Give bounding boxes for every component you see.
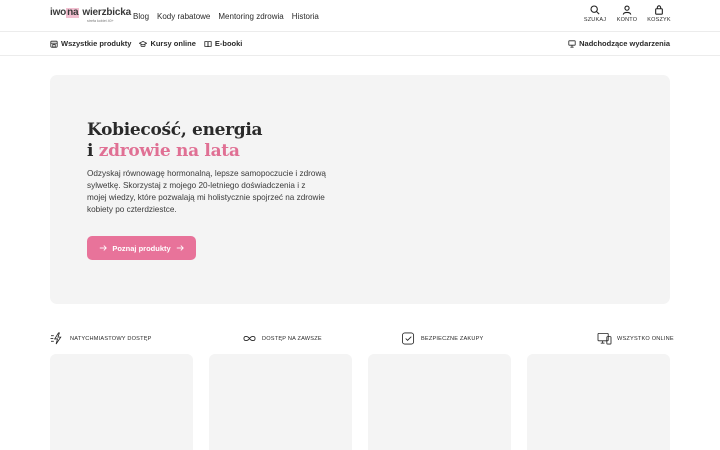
- header-actions: SZUKAJ KONTO KOSZYK: [584, 5, 671, 23]
- shield-icon: [402, 332, 415, 345]
- feature-all-online: WSZYSTKO ONLINE: [597, 332, 674, 345]
- logo-last-part: wierzbicka: [82, 7, 131, 18]
- lightning-icon: [50, 332, 62, 345]
- search-icon: [590, 5, 600, 15]
- nav-link-blog[interactable]: Blog: [133, 12, 149, 21]
- arrow-right-icon: [176, 245, 184, 251]
- store-icon: [50, 40, 58, 48]
- events-link-wrapper: Nadchodzące wydarzenia: [568, 39, 670, 48]
- hero-title-line1: Kobiecość, energia: [87, 120, 263, 140]
- upcoming-events-label: Nadchodzące wydarzenia: [579, 39, 670, 48]
- browse-products-label: Poznaj produkty: [112, 243, 171, 253]
- hero-banner: Kobiecość, energia i zdrowie na lata Odz…: [50, 75, 670, 304]
- category-links: Wszystkie produkty Kursy online E-booki: [50, 39, 242, 48]
- hero-title: Kobiecość, energia i zdrowie na lata: [87, 120, 263, 162]
- feature-instant-access-label: NATYCHMIASTOWY DOSTĘP: [70, 335, 152, 342]
- feature-secure-shopping: BEZPIECZNE ZAKUPY: [401, 332, 483, 345]
- logo-highlight-part: na: [66, 7, 80, 18]
- feature-strip: NATYCHMIASTOWY DOSTĘP DOSTĘP NA ZAWSZE B…: [50, 332, 674, 346]
- search-button[interactable]: SZUKAJ: [584, 5, 606, 23]
- cart-label: KOSZYK: [647, 17, 671, 23]
- category-online-courses[interactable]: Kursy online: [139, 39, 196, 48]
- category-navigation: Wszystkie produkty Kursy online E-booki …: [0, 32, 720, 56]
- account-label: KONTO: [616, 17, 638, 23]
- main-navigation: Blog Kody rabatowe Mentoring zdrowia His…: [133, 12, 319, 21]
- category-all-products[interactable]: Wszystkie produkty: [50, 39, 131, 48]
- shopping-bag-icon: [655, 5, 663, 15]
- arrow-right-icon: [100, 245, 108, 251]
- book-icon: [204, 40, 212, 47]
- devices-icon: [597, 332, 612, 345]
- feature-lifetime-access-label: DOSTĘP NA ZAWSZE: [262, 335, 322, 342]
- feature-instant-access: NATYCHMIASTOWY DOSTĘP: [50, 332, 152, 345]
- logo-tagline: strefa kobiet 40+: [87, 19, 114, 23]
- search-label: SZUKAJ: [583, 17, 607, 23]
- logo-wordmark: iwo na wierzbicka: [50, 7, 131, 18]
- hero-title-line2-prefix: i: [87, 141, 99, 161]
- category-online-courses-label: Kursy online: [150, 39, 196, 48]
- category-ebooks-label: E-booki: [214, 39, 243, 48]
- infinity-icon: [243, 335, 256, 342]
- category-ebooks[interactable]: E-booki: [204, 39, 243, 48]
- account-button[interactable]: KONTO: [616, 5, 638, 23]
- product-card[interactable]: [209, 354, 352, 450]
- browse-products-button[interactable]: Poznaj produkty: [87, 236, 196, 260]
- top-header: iwo na wierzbicka strefa kobiet 40+ Blog K…: [0, 0, 720, 32]
- nav-link-discount-codes[interactable]: Kody rabatowe: [157, 12, 210, 21]
- brand-logo[interactable]: iwo na wierzbicka strefa kobiet 40+: [50, 7, 131, 26]
- nav-link-health-mentoring[interactable]: Mentoring zdrowia: [218, 12, 283, 21]
- hero-description: Odzyskaj równowagę hormonalną, lepsze sa…: [87, 169, 326, 214]
- upcoming-events-link[interactable]: Nadchodzące wydarzenia: [568, 39, 670, 48]
- cart-button[interactable]: KOSZYK: [647, 5, 671, 23]
- feature-secure-shopping-label: BEZPIECZNE ZAKUPY: [421, 335, 484, 342]
- product-card[interactable]: [368, 354, 511, 450]
- presentation-icon: [568, 39, 576, 48]
- graduation-cap-icon: [139, 40, 148, 47]
- feature-lifetime-access: DOSTĘP NA ZAWSZE: [242, 332, 322, 345]
- logo-first-part: iwo: [50, 7, 67, 18]
- hero-title-accent: zdrowie na lata: [98, 141, 240, 161]
- nav-link-history[interactable]: Historia: [292, 12, 319, 21]
- category-all-products-label: Wszystkie produkty: [61, 39, 132, 48]
- user-icon: [622, 5, 632, 15]
- product-card[interactable]: [50, 354, 193, 450]
- feature-all-online-label: WSZYSTKO ONLINE: [617, 335, 674, 342]
- product-card[interactable]: [527, 354, 670, 450]
